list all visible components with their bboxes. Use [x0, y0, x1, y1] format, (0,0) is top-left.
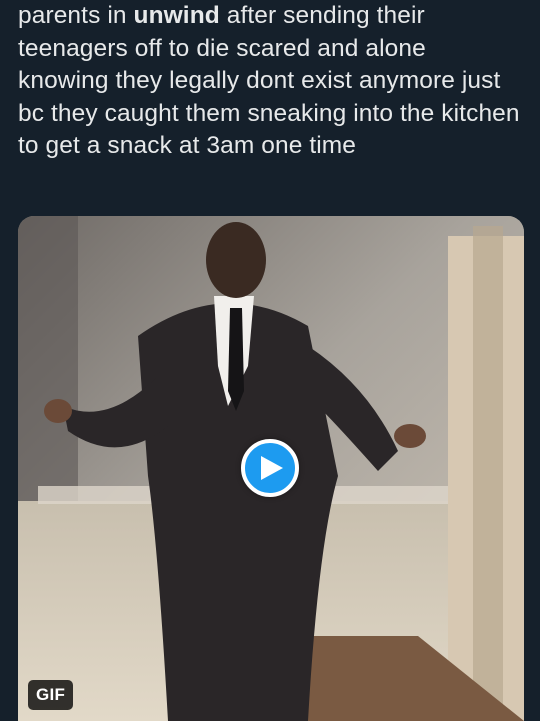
- play-icon: [261, 456, 283, 480]
- gif-badge: GIF: [28, 680, 74, 710]
- gif-media[interactable]: GIF: [18, 216, 524, 721]
- tweet-text-bold: unwind: [133, 2, 220, 29]
- tweet-text: parents in unwind after sending their te…: [18, 0, 523, 163]
- tweet-text-start: parents in: [18, 2, 134, 29]
- play-button[interactable]: [241, 439, 299, 497]
- tweet: parents in unwind after sending their te…: [0, 0, 540, 721]
